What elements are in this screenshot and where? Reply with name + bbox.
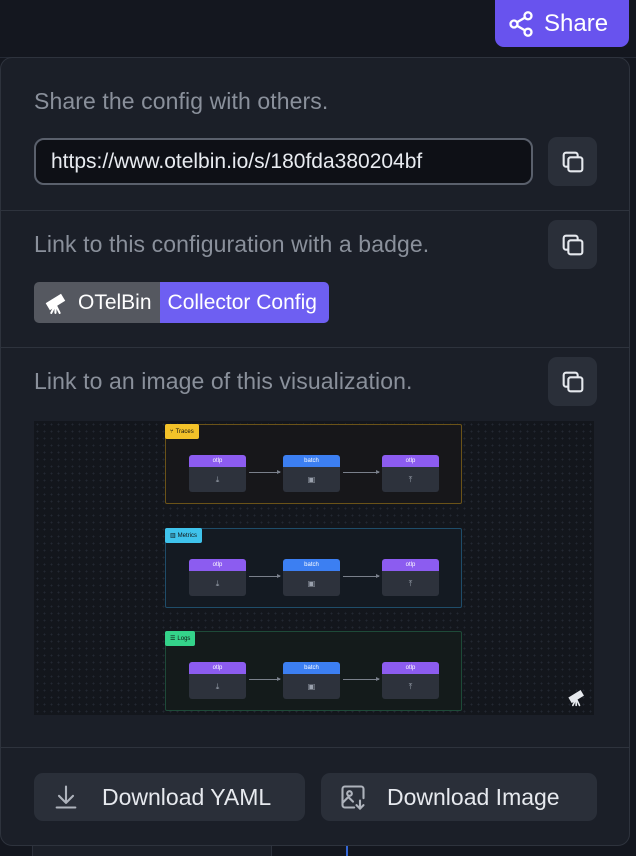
- badge-left-label: OTelBin: [78, 290, 152, 314]
- share-icon: [509, 10, 533, 37]
- processor-icon: ▣: [307, 682, 316, 691]
- top-bar: Share: [0, 0, 636, 58]
- share-button[interactable]: Share: [495, 0, 629, 47]
- visualization-preview: ⑂ Traces otlp ⤓ batch ▣ otlp ⤒ ▥ Metrics otlp…: [34, 421, 594, 715]
- otelbin-badge[interactable]: OTelBin Collector Config: [34, 282, 329, 323]
- pipeline-tag-logs: ☰ Logs: [165, 631, 196, 646]
- traces-icon: ⑂: [170, 428, 174, 435]
- pipeline-node: otlp ⤒: [382, 662, 439, 699]
- exporter-icon: ⤒: [408, 681, 413, 691]
- pipeline-node: otlp ⤓: [189, 455, 246, 492]
- share-button-label: Share: [544, 9, 609, 37]
- image-description: Link to an image of this visualization.: [34, 368, 413, 394]
- download-icon: [55, 785, 77, 809]
- badge-left-part: OTelBin: [34, 282, 160, 323]
- download-yaml-button[interactable]: Download YAML: [34, 773, 305, 821]
- pipeline-node: batch ▣: [283, 455, 340, 492]
- badge-right-part: Collector Config: [159, 282, 329, 323]
- badge-description: Link to this configuration with a badge.: [34, 231, 430, 257]
- pipeline-arrow: [343, 470, 380, 474]
- copy-icon: [562, 371, 583, 392]
- share-url-input[interactable]: [34, 138, 533, 185]
- copy-url-button[interactable]: [548, 137, 597, 186]
- logs-icon: ☰: [170, 636, 176, 642]
- pipeline-arrow: [249, 470, 281, 474]
- pipeline-arrow: [343, 574, 380, 578]
- badge-section: Link to this configuration with a badge.: [1, 211, 629, 348]
- copy-badge-button[interactable]: [548, 220, 597, 269]
- pipeline-node: otlp ⤓: [189, 662, 246, 699]
- pipeline-node: batch ▣: [283, 662, 340, 699]
- telescope-icon: [568, 690, 584, 707]
- share-url-description: Share the config with others.: [34, 88, 329, 114]
- image-download-icon: [341, 785, 365, 810]
- pipeline-arrow: [343, 677, 380, 681]
- pipeline-node: batch ▣: [283, 559, 340, 596]
- exporter-icon: ⤒: [408, 474, 413, 484]
- exporter-icon: ⤒: [408, 578, 413, 588]
- copy-icon: [562, 151, 583, 172]
- pipeline-group-metrics: ▥ Metrics otlp ⤓ batch ▣ otlp ⤒: [165, 528, 462, 608]
- download-image-button[interactable]: Download Image: [321, 773, 597, 821]
- pipeline-group-traces: ⑂ Traces otlp ⤓ batch ▣ otlp ⤒: [165, 424, 462, 504]
- share-url-section: Share the config with others.: [1, 58, 629, 211]
- pipeline-group-logs: ☰ Logs otlp ⤓ batch ▣ otlp ⤒: [165, 631, 462, 711]
- receiver-icon: ⤓: [215, 681, 220, 691]
- receiver-icon: ⤓: [215, 474, 220, 484]
- badge-right-label: Collector Config: [167, 290, 317, 314]
- pipeline-arrow: [249, 677, 281, 681]
- pipeline-node: otlp ⤓: [189, 559, 246, 596]
- receiver-icon: ⤓: [215, 578, 220, 588]
- pipeline-node: otlp ⤒: [382, 455, 439, 492]
- processor-icon: ▣: [307, 579, 316, 588]
- pipeline-tag-traces: ⑂ Traces: [165, 424, 199, 439]
- pipeline-arrow: [249, 574, 281, 578]
- copy-image-button[interactable]: [548, 357, 597, 406]
- pipeline-tag-metrics: ▥ Metrics: [165, 528, 203, 543]
- metrics-icon: ▥: [170, 533, 176, 539]
- telescope-icon: [45, 293, 66, 314]
- download-image-label: Download Image: [387, 783, 560, 810]
- download-yaml-label: Download YAML: [102, 783, 272, 810]
- share-popover: Share the config with others. Link to th…: [0, 57, 630, 846]
- copy-icon: [562, 234, 583, 255]
- processor-icon: ▣: [307, 475, 316, 484]
- pipeline-node: otlp ⤒: [382, 559, 439, 596]
